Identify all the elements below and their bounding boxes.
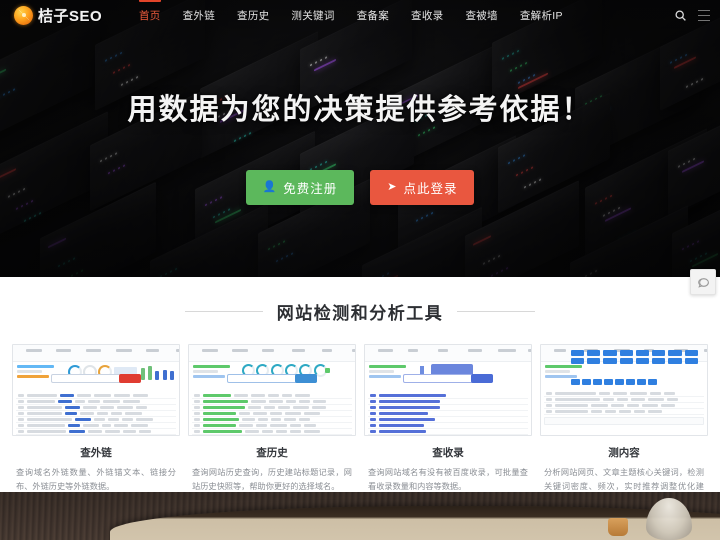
tool-card-description: 查询域名外链数量、外链锚文本、链接分布、外链历史等外链数据。 [12, 466, 180, 493]
hero-title: 用数据为您的决策提供参考依据！ [127, 86, 592, 128]
hero-actions: 👤 免费注册 ➤ 点此登录 [246, 170, 475, 205]
nav-item-7[interactable]: 查解析IP [509, 0, 574, 31]
nav-item-label: 查解析IP [520, 10, 563, 22]
tool-card-thumbnail[interactable] [188, 344, 356, 436]
sign-in-icon: ➤ [387, 182, 397, 193]
nav-item-4[interactable]: 查备案 [346, 0, 400, 31]
brand-name: 桔子SEO [38, 5, 102, 26]
nav-item-5[interactable]: 查收录 [400, 0, 454, 31]
tool-card-description: 查询网站历史查询，历史建站标题记录，网站历史快照等，帮助你更好的选择域名。 [188, 466, 356, 493]
lamp-photo [646, 498, 692, 540]
nav-item-1[interactable]: 查外链 [172, 0, 226, 31]
tool-card-thumbnail[interactable] [12, 344, 180, 436]
tool-card-description: 查询网站域名有没有被百度收录，可批量查看收录数量和内容等数据。 [364, 466, 532, 493]
tool-card-title: 查历史 [188, 445, 356, 460]
navbar-actions [672, 7, 720, 23]
divider-left [185, 311, 263, 312]
nav-item-label: 查备案 [357, 10, 389, 22]
hamburger-menu-icon[interactable] [698, 10, 710, 21]
tool-card[interactable]: 查历史查询网站历史查询，历史建站标题记录，网站历史快照等，帮助你更好的选择域名。 [184, 344, 360, 507]
tool-card[interactable]: 查外链查询域名外链数量、外链锚文本、链接分布、外链历史等外链数据。 [8, 344, 184, 507]
nav-item-label: 首页 [139, 10, 161, 22]
tools-section-header: 网站检测和分析工具 [0, 299, 720, 324]
nav-item-label: 查被墙 [465, 10, 497, 22]
next-section-photo [0, 492, 720, 540]
nav-item-3[interactable]: 测关键词 [280, 0, 345, 31]
nav-item-label: 查外链 [183, 10, 215, 22]
desk-photo [110, 506, 720, 540]
tool-card-thumbnail[interactable] [540, 344, 708, 436]
mug-photo [608, 518, 628, 536]
search-icon[interactable] [672, 7, 688, 23]
login-button[interactable]: ➤ 点此登录 [370, 170, 474, 205]
nav-item-label: 测关键词 [291, 10, 334, 22]
tool-card[interactable]: 测内容 分析网站网页、文章主题核心关键词，检测关键词密度、频次，实时推荐调整优化建… [536, 344, 712, 507]
tool-card-title: 测内容 [540, 445, 708, 460]
nav-item-label: 查收录 [411, 10, 443, 22]
tool-card-thumbnail[interactable] [364, 344, 532, 436]
register-button-label: 免费注册 [283, 178, 337, 197]
tool-card-title: 查收录 [364, 445, 532, 460]
tools-section-title: 网站检测和分析工具 [277, 299, 444, 324]
hero-content: 用数据为您的决策提供参考依据！ 👤 免费注册 ➤ 点此登录 [0, 0, 720, 277]
chat-bubble-icon[interactable] [690, 269, 716, 295]
page-root: 桔子SEO 首页 查外链 查历史 测关键词 查备案 查收录 查被墙 查解析IP 用数据为您的决… [0, 0, 720, 540]
register-button[interactable]: 👤 免费注册 [246, 170, 355, 205]
nav-list: 首页 查外链 查历史 测关键词 查备案 查收录 查被墙 查解析IP [128, 0, 574, 31]
orange-slice-icon [14, 6, 33, 25]
divider-right [457, 311, 535, 312]
nav-active-indicator [139, 0, 161, 2]
tool-card-title: 查外链 [12, 445, 180, 460]
hero-section: 桔子SEO 首页 查外链 查历史 测关键词 查备案 查收录 查被墙 查解析IP 用数据为您的决… [0, 0, 720, 277]
login-button-label: 点此登录 [403, 178, 457, 197]
brand-logo[interactable]: 桔子SEO [0, 5, 120, 26]
tool-card-list: 查外链 查询域名外链数量、外链锚文本、链接分布、外链历史等外链数据。 查历史 查询网站… [0, 344, 720, 507]
nav-item-0[interactable]: 首页 [128, 0, 172, 31]
nav-item-label: 查历史 [237, 10, 269, 22]
nav-item-2[interactable]: 查历史 [226, 0, 280, 31]
user-icon: 👤 [263, 182, 278, 193]
tool-card[interactable]: 查收录查询网站域名有没有被百度收录，可批量查看收录数量和内容等数据。 [360, 344, 536, 507]
nav-item-6[interactable]: 查被墙 [454, 0, 508, 31]
tools-section: 网站检测和分析工具 查外链查询域名外链数量、外链锚文本、链接分布、外链历史等外链… [0, 277, 720, 507]
top-navbar: 桔子SEO 首页 查外链 查历史 测关键词 查备案 查收录 查被墙 查解析IP [0, 0, 720, 30]
